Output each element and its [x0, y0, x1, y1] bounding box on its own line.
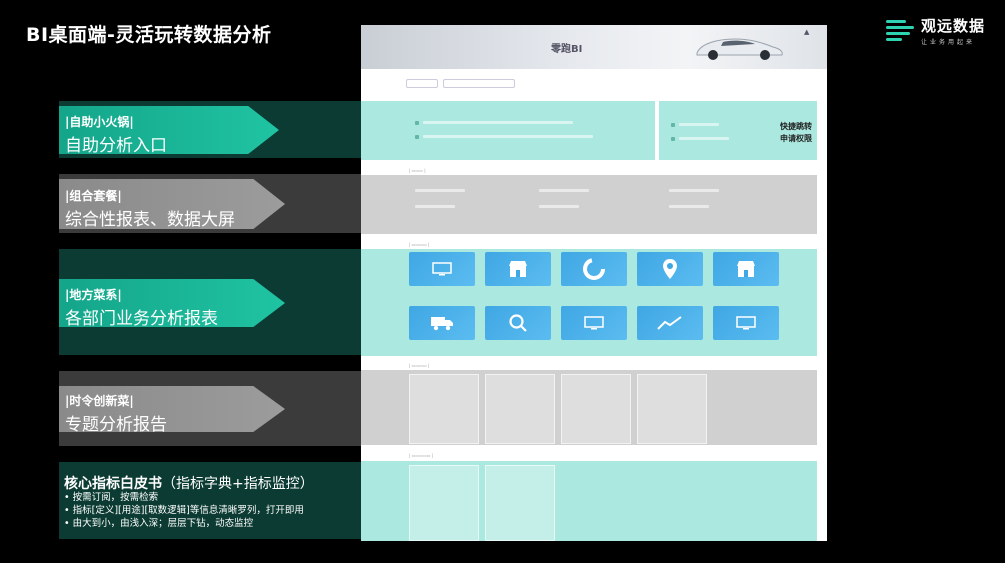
- portal-filter-select[interactable]: [406, 79, 438, 88]
- core-metrics-title: 核心指标白皮书（指标字典+指标监控）: [64, 476, 314, 492]
- store-icon: [509, 261, 527, 277]
- brand-name: 观远数据: [921, 17, 986, 35]
- report-tile[interactable]: [713, 252, 779, 286]
- portal-toolbar: [406, 79, 515, 88]
- self-service-section: [361, 101, 655, 160]
- arrow-self-service: |自助小火锅| 自助分析入口: [59, 106, 279, 154]
- arrow-combo: |组合套餐| 综合性报表、数据大屏: [59, 179, 285, 229]
- band-title: 自助分析入口: [65, 136, 167, 156]
- core-metrics-subtitle: （指标字典+指标监控）: [162, 476, 314, 492]
- band-tag: |时令创新菜|: [65, 394, 134, 408]
- band-tag: |组合套餐|: [65, 189, 122, 203]
- core-metrics-section: [361, 461, 817, 541]
- report-tile[interactable]: [637, 306, 703, 340]
- user-icon[interactable]: ▲: [804, 28, 809, 36]
- band-title: 综合性报表、数据大屏: [65, 210, 235, 230]
- band-title: 各部门业务分析报表: [65, 309, 218, 329]
- car-image-icon: [696, 38, 783, 60]
- combo-report-section: [361, 175, 817, 234]
- report-tile[interactable]: [485, 306, 551, 340]
- band-tag: |自助小火锅|: [65, 115, 134, 129]
- monitor-icon: [584, 316, 604, 330]
- report-tile[interactable]: [561, 306, 627, 340]
- portal-banner: 零跑BI ▲: [361, 25, 827, 69]
- brand-logo: 观远数据 让业务用起来: [886, 15, 985, 46]
- request-permission-link[interactable]: 申请权限: [780, 133, 812, 145]
- brand-tagline: 让业务用起来: [921, 39, 976, 46]
- report-tile[interactable]: [561, 252, 627, 286]
- arrow-topic: |时令创新菜| 专题分析报告: [59, 386, 285, 432]
- quick-access-labels: 快捷跳转 申请权限: [780, 121, 812, 145]
- core-metrics-bullets: 按需订阅，按需检索 指标[定义][用途][取数逻辑]等信息清晰罗列，打开即用 由…: [64, 491, 304, 530]
- map-pin-icon: [663, 259, 677, 279]
- arrow-department: |地方菜系| 各部门业务分析报表: [59, 279, 285, 327]
- search-icon: [509, 314, 527, 332]
- topic-report-section: [361, 370, 817, 445]
- report-tile[interactable]: [713, 306, 779, 340]
- report-tile[interactable]: [409, 306, 475, 340]
- band-tag: |地方菜系|: [65, 288, 122, 302]
- portal-search-input[interactable]: [443, 79, 515, 88]
- slide-title: BI桌面端-灵活玩转数据分析: [26, 24, 272, 46]
- bullet-item: 指标[定义][用途][取数逻辑]等信息清晰罗列，打开即用: [64, 504, 304, 517]
- pie-chart-icon: [583, 258, 605, 280]
- monitor-icon: [432, 262, 452, 276]
- portal-banner-title: 零跑BI: [551, 44, 583, 55]
- bullet-item: 按需订阅，按需检索: [64, 491, 304, 504]
- report-tile[interactable]: [409, 252, 475, 286]
- report-tile[interactable]: [485, 252, 551, 286]
- store-icon: [737, 261, 755, 277]
- report-tile[interactable]: [637, 252, 703, 286]
- truck-icon: [431, 317, 453, 331]
- monitor-icon: [736, 316, 756, 330]
- band-title: 专题分析报告: [65, 415, 167, 435]
- quick-jump-link[interactable]: 快捷跳转: [780, 121, 812, 133]
- trend-chart-icon: [657, 316, 682, 330]
- bi-portal-screenshot: 零跑BI ▲ | ▭▭▭ | | ▭▭▭▭ | | ▭▭▭▭ | | ▭▭▭▭▭…: [361, 25, 827, 541]
- brand-logo-icon: [886, 18, 914, 44]
- bullet-item: 由大到小，由浅入深；层层下钻，动态监控: [64, 517, 304, 530]
